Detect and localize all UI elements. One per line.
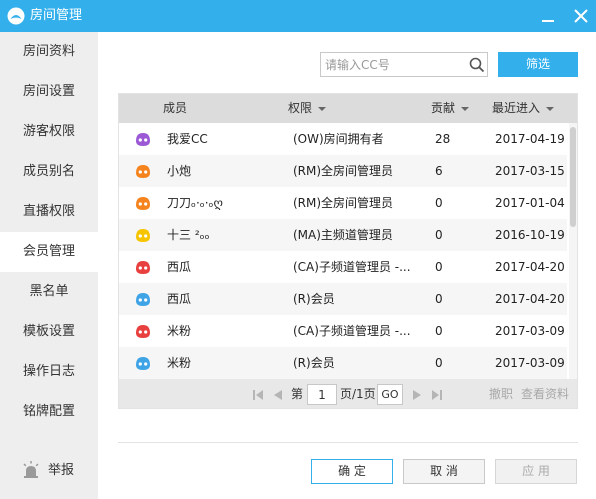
member-avatar-icon xyxy=(136,165,150,178)
member-last-entry: 2017-03-09 xyxy=(495,356,565,370)
go-button[interactable]: GO xyxy=(377,384,403,405)
cancel-button[interactable]: 取 消 xyxy=(403,459,485,484)
member-table: 成员 权限 贡献 最近进入 我爱CC (OW)房间拥有者 28 2017-04-19 小… xyxy=(118,93,578,409)
member-name: 米粉 xyxy=(167,324,192,338)
table-row[interactable]: 刀刀ₒ·ₒ·ₒღ (RM)全房间管理员 0 2017-01-04 xyxy=(119,187,567,219)
sidebar-item-room-settings[interactable]: 房间设置 xyxy=(0,72,98,112)
member-last-entry: 2017-04-20 xyxy=(495,292,565,306)
column-role[interactable]: 权限 xyxy=(288,94,327,123)
sidebar-item-nameplate-config[interactable]: 铭牌配置 xyxy=(0,392,98,432)
column-member: 成员 xyxy=(163,101,188,115)
member-last-entry: 2017-04-19 xyxy=(495,132,565,146)
report-label: 举报 xyxy=(48,463,75,478)
column-contribution[interactable]: 贡献 xyxy=(431,94,470,123)
ok-button[interactable]: 确 定 xyxy=(311,459,393,484)
member-role: (RM)全房间管理员 xyxy=(293,164,394,178)
sidebar-item-member-management[interactable]: 会员管理 xyxy=(0,232,98,272)
sort-caret-icon xyxy=(318,106,327,111)
pagination-bar: 第 页/1页 GO 撤职 查看资料 xyxy=(119,379,577,408)
member-role: (CA)子频道管理员 -... xyxy=(293,260,411,274)
revoke-link[interactable]: 撤职 xyxy=(489,379,513,408)
member-avatar-icon xyxy=(136,197,150,210)
scrollbar-thumb[interactable] xyxy=(570,127,576,227)
table-row[interactable]: 米粉 (CA)子频道管理员 -... 0 2017-03-09 xyxy=(119,315,567,347)
search-icon[interactable] xyxy=(469,57,485,73)
table-row[interactable]: 我爱CC (OW)房间拥有者 28 2017-04-19 xyxy=(119,123,567,155)
member-avatar-icon xyxy=(136,229,150,242)
scrollbar[interactable] xyxy=(569,123,577,379)
member-name: 我爱CC xyxy=(167,132,208,146)
page-prefix: 第 xyxy=(291,387,304,401)
column-recent-entry[interactable]: 最近进入 xyxy=(492,94,555,123)
filter-button[interactable]: 筛选 xyxy=(498,52,578,77)
cc-logo-icon xyxy=(7,7,25,25)
member-contribution: 0 xyxy=(435,292,443,306)
member-role: (RM)全房间管理员 xyxy=(293,196,394,210)
member-role: (R)会员 xyxy=(293,356,335,370)
member-name: 刀刀ₒ·ₒ·ₒღ xyxy=(167,196,223,210)
sort-caret-icon xyxy=(461,106,470,111)
table-row[interactable]: 小炮 (RM)全房间管理员 6 2017-03-15 xyxy=(119,155,567,187)
member-last-entry: 2016-10-19 xyxy=(495,228,565,242)
member-last-entry: 2017-01-04 xyxy=(495,196,565,210)
search-input[interactable] xyxy=(321,53,463,76)
apply-button[interactable]: 应 用 xyxy=(495,459,577,484)
minimize-icon[interactable] xyxy=(540,10,556,26)
sidebar-item-template-settings[interactable]: 模板设置 xyxy=(0,312,98,352)
member-avatar-icon xyxy=(136,133,150,146)
title-bar: 房间管理 xyxy=(0,0,596,32)
page-number-input[interactable] xyxy=(307,384,337,405)
member-avatar-icon xyxy=(136,261,150,274)
member-contribution: 0 xyxy=(435,356,443,370)
window-title: 房间管理 xyxy=(30,8,83,23)
sidebar-item-blacklist[interactable]: 黑名单 xyxy=(0,272,98,312)
page-total: 页/1页 xyxy=(340,387,376,401)
sidebar-item-member-alias[interactable]: 成员别名 xyxy=(0,152,98,192)
footer-divider xyxy=(118,442,578,443)
member-avatar-icon xyxy=(136,325,150,338)
prev-page-icon[interactable] xyxy=(272,389,284,401)
member-name: 西瓜 xyxy=(167,260,192,274)
table-row[interactable]: 西瓜 (CA)子频道管理员 -... 0 2017-04-20 xyxy=(119,251,567,283)
member-role: (MA)主频道管理员 xyxy=(293,228,393,242)
member-contribution: 0 xyxy=(435,260,443,274)
member-last-entry: 2017-03-15 xyxy=(495,164,565,178)
member-name: 十三 ²ₒₒ xyxy=(167,228,210,242)
table-body: 我爱CC (OW)房间拥有者 28 2017-04-19 小炮 (RM)全房间管理员 6 20… xyxy=(119,123,567,379)
sidebar: 房间资料 房间设置 游客权限 成员别名 直播权限 会员管理 黑名单 模板设置 操… xyxy=(0,32,98,499)
member-role: (R)会员 xyxy=(293,292,335,306)
alarm-icon xyxy=(23,461,39,478)
report-button[interactable]: 举报 xyxy=(0,453,98,489)
close-icon[interactable] xyxy=(572,7,590,25)
member-name: 小炮 xyxy=(167,164,192,178)
member-contribution: 0 xyxy=(435,228,443,242)
sidebar-item-guest-permissions[interactable]: 游客权限 xyxy=(0,112,98,152)
search-box xyxy=(320,52,488,77)
member-contribution: 0 xyxy=(435,196,443,210)
member-name: 米粉 xyxy=(167,356,192,370)
member-contribution: 6 xyxy=(435,164,443,178)
sidebar-item-operation-log[interactable]: 操作日志 xyxy=(0,352,98,392)
member-role: (CA)子频道管理员 -... xyxy=(293,324,411,338)
last-page-icon[interactable] xyxy=(431,389,443,401)
sort-caret-icon xyxy=(546,106,555,111)
member-avatar-icon xyxy=(136,357,150,370)
member-avatar-icon xyxy=(136,293,150,306)
view-profile-link[interactable]: 查看资料 xyxy=(521,379,569,408)
table-row[interactable]: 西瓜 (R)会员 0 2017-04-20 xyxy=(119,283,567,315)
member-last-entry: 2017-04-20 xyxy=(495,260,565,274)
member-last-entry: 2017-03-09 xyxy=(495,324,565,338)
first-page-icon[interactable] xyxy=(252,389,264,401)
table-row[interactable]: 米粉 (R)会员 0 2017-03-09 xyxy=(119,347,567,379)
table-header: 成员 权限 贡献 最近进入 xyxy=(119,94,577,123)
next-page-icon[interactable] xyxy=(411,389,423,401)
member-role: (OW)房间拥有者 xyxy=(293,132,384,146)
table-row[interactable]: 十三 ²ₒₒ (MA)主频道管理员 0 2016-10-19 xyxy=(119,219,567,251)
sidebar-item-live-permissions[interactable]: 直播权限 xyxy=(0,192,98,232)
member-contribution: 28 xyxy=(435,132,451,146)
member-name: 西瓜 xyxy=(167,292,192,306)
member-contribution: 0 xyxy=(435,324,443,338)
sidebar-item-room-info[interactable]: 房间资料 xyxy=(0,32,98,72)
